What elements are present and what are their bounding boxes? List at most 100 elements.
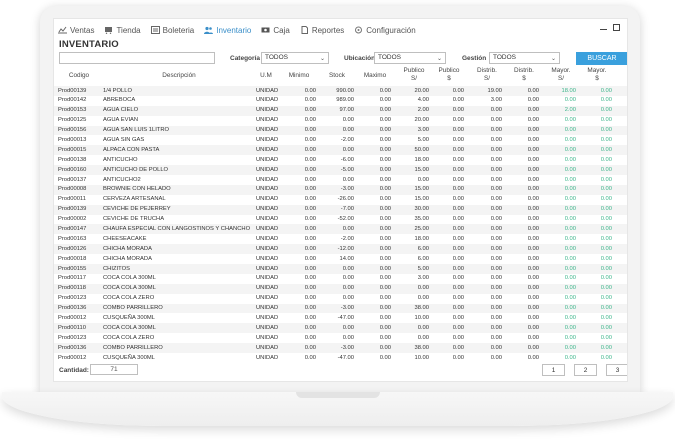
cell-descripcion: 1/4 POLLO — [103, 87, 133, 94]
cell-mayor-soles: 0.00 — [564, 146, 576, 153]
maximize-icon[interactable] — [613, 24, 620, 31]
table-row[interactable]: Prod00156 AGUA SAN LUIS 1LITRO UNIDAD 0.00 0… — [54, 125, 627, 136]
menu-ventas[interactable]: Ventas — [58, 26, 94, 35]
page-title: INVENTARIO — [59, 39, 119, 50]
cell-stock: -3.00 — [340, 305, 354, 312]
column-header-descripcion[interactable]: Descripción — [149, 72, 209, 80]
column-header-um[interactable]: U.M — [256, 72, 276, 80]
table-row[interactable]: Prod00123 COCA COLA ZERO UNIDAD 0.00 0.00 0.0… — [54, 333, 627, 343]
cell-minimo: 0.00 — [304, 255, 316, 262]
table-row[interactable]: Prod00138 ANTICUCHO UNIDAD 0.00 -6.00 0.00 18.… — [54, 155, 627, 165]
table-row[interactable]: Prod00136 COMBO PARRILLERO UNIDAD 0.00 -3.00… — [54, 343, 627, 354]
search-input[interactable] — [59, 52, 215, 64]
cell-publico-dolares: 0.00 — [452, 176, 464, 183]
menu-inventario[interactable]: Inventario — [204, 26, 251, 35]
table-row[interactable]: Prod00155 CHIZITOS UNIDAD 0.00 0.00 0.00 5.00 0… — [54, 264, 627, 274]
column-header-publico-dolares[interactable]: Publico $ — [434, 67, 464, 83]
table-row[interactable]: Prod00011 CERVEZA ARTESANAL UNIDAD 0.00 -26.… — [54, 195, 627, 205]
app-window: Ventas Tienda Boleteria Inventario Caja … — [53, 18, 628, 382]
page-button-2[interactable]: 2 — [574, 364, 597, 376]
categoria-select[interactable]: TODOS ⌄ — [261, 52, 329, 64]
table-row[interactable]: Prod00163 CHEESEACAKE UNIDAD 0.00 -2.00 0.00 1… — [54, 234, 627, 244]
column-header-distrib-dolares[interactable]: Distrib. $ — [509, 67, 539, 83]
table-row[interactable]: Prod00125 AGUA EVIAN UNIDAD 0.00 0.00 0.00 20.… — [54, 116, 627, 126]
cell-descripcion: CHIZITOS — [103, 265, 130, 272]
cell-maximo: 0.00 — [379, 107, 391, 114]
column-header-stock[interactable]: Stock — [322, 72, 352, 80]
cell-publico-soles: 10.00 — [414, 354, 429, 360]
table-row[interactable]: Prod00018 CHICHA MORADA UNIDAD 0.00 14.00 0.0… — [54, 254, 627, 264]
column-header-text: Codigo — [68, 72, 90, 79]
column-header-distrib-soles[interactable]: Distrib. S/ — [472, 67, 502, 83]
table-row[interactable]: Prod00142 ABREBOCA UNIDAD 0.00 989.00 0.00 4.0… — [54, 96, 627, 106]
table-row[interactable]: Prod00139 1/4 POLLO UNIDAD 0.00 990.00 0.00 20… — [54, 86, 627, 96]
column-header-mayor-dolares[interactable]: Mayor. $ — [582, 67, 612, 83]
cell-minimo: 0.00 — [304, 97, 316, 104]
cell-publico-soles: 3.00 — [417, 127, 429, 134]
cell-minimo: 0.00 — [304, 136, 316, 143]
cell-um: UNIDAD — [256, 235, 279, 242]
cell-codigo: Prod00137 — [58, 176, 87, 183]
gestion-select[interactable]: TODOS ⌄ — [489, 52, 560, 64]
column-header-publico-soles[interactable]: Publico S/ — [399, 67, 429, 83]
column-header-text: Descripción — [162, 72, 196, 79]
cell-distrib-dolares: 0.00 — [527, 314, 539, 321]
cell-descripcion: AGUA SAN LUIS 1LITRO — [103, 127, 170, 134]
menu-configuracion[interactable]: Configuración — [354, 26, 416, 35]
table-row[interactable]: Prod00147 CHAUFA ESPECIAL CON LANGOSTINOS… — [54, 224, 627, 235]
cell-distrib-soles: 0.00 — [490, 206, 502, 213]
menu-tienda[interactable]: Tienda — [104, 26, 141, 35]
ubicacion-select[interactable]: TODOS ⌄ — [374, 52, 446, 64]
categoria-label: Categoría — [230, 55, 260, 62]
cell-stock: 0.00 — [342, 285, 354, 292]
inventory-table[interactable]: Prod00139 1/4 POLLO UNIDAD 0.00 990.00 0.00 20… — [54, 86, 627, 360]
cell-distrib-dolares: 0.00 — [527, 344, 539, 351]
column-header-maximo[interactable]: Maximo — [359, 72, 391, 80]
cell-codigo: Prod00139 — [58, 87, 87, 94]
cell-publico-soles: 10.00 — [414, 314, 429, 321]
cell-minimo: 0.00 — [304, 344, 316, 351]
table-row[interactable]: Prod00160 ANTICUCHO DE POLLO UNIDAD 0.00 -5.… — [54, 165, 627, 176]
table-row[interactable]: Prod00012 CUSQUEÑA 300ML UNIDAD 0.00 -47.00 0… — [54, 313, 627, 323]
cell-codigo: Prod00002 — [58, 216, 87, 223]
column-header-mayor-soles[interactable]: Mayor. S/ — [546, 67, 576, 83]
table-row[interactable]: Prod00008 BROWNIE CON HELADO UNIDAD 0.00 -3.… — [54, 184, 627, 195]
minimize-icon[interactable] — [600, 29, 607, 30]
cell-mayor-soles: 0.00 — [564, 285, 576, 292]
cell-descripcion: CHICHA MORADA — [103, 245, 152, 252]
cell-publico-soles: 30.00 — [414, 206, 429, 213]
menu-caja[interactable]: Caja — [261, 26, 290, 35]
cell-mayor-soles: 0.00 — [564, 255, 576, 262]
cell-um: UNIDAD — [256, 156, 279, 163]
table-row[interactable]: Prod00118 COCA COLA 300ML UNIDAD 0.00 0.00 0.… — [54, 283, 627, 294]
cell-publico-dolares: 0.00 — [452, 127, 464, 134]
table-row[interactable]: Prod00123 COCA COLA ZERO UNIDAD 0.00 0.00 0.0… — [54, 294, 627, 304]
cell-publico-soles: 5.00 — [417, 265, 429, 272]
menu-label: Inventario — [216, 25, 252, 35]
table-row[interactable]: Prod00002 CEVICHE DE TRUCHA UNIDAD 0.00 -52.… — [54, 215, 627, 225]
cell-maximo: 0.00 — [379, 87, 391, 94]
cell-distrib-soles: 0.00 — [490, 255, 502, 262]
column-header-minimo[interactable]: Minimo — [284, 72, 314, 80]
table-row[interactable]: Prod00137 ANTICUCHO2 UNIDAD 0.00 0.00 0.00 0.0… — [54, 175, 627, 185]
cell-distrib-dolares: 0.00 — [527, 166, 539, 173]
cell-descripcion: CERVEZA ARTESANAL — [103, 196, 166, 203]
table-row[interactable]: Prod00117 COCA COLA 300ML UNIDAD 0.00 0.00 0.… — [54, 274, 627, 284]
cell-codigo: Prod00012 — [58, 354, 87, 360]
page-button-3[interactable]: 3 — [606, 364, 627, 376]
table-row[interactable]: Prod00126 CHICHA MORADA UNIDAD 0.00 -12.00 0.… — [54, 244, 627, 255]
table-row[interactable]: Prod00012 CUSQUEÑA 300ML UNIDAD 0.00 -47.00 0… — [54, 353, 627, 360]
table-row[interactable]: Prod00110 COCA COLA 300ML UNIDAD 0.00 0.00 0.… — [54, 323, 627, 334]
table-row[interactable]: Prod00015 ALPACA CON PASTA UNIDAD 0.00 0.00 0… — [54, 145, 627, 156]
cell-distrib-dolares: 0.00 — [527, 87, 539, 94]
column-header-codigo[interactable]: Codigo — [59, 72, 99, 80]
page-button-1[interactable]: 1 — [542, 364, 565, 376]
table-row[interactable]: Prod00153 AGUA CIELO UNIDAD 0.00 97.00 0.00 2.… — [54, 105, 627, 116]
buscar-button[interactable]: BUSCAR — [576, 52, 627, 65]
menu-reportes[interactable]: Reportes — [300, 26, 344, 35]
cell-stock: -6.00 — [340, 156, 354, 163]
menu-boleteria[interactable]: Boleteria — [150, 26, 194, 35]
table-row[interactable]: Prod00136 COMBO PARRILLERO UNIDAD 0.00 -3.00… — [54, 303, 627, 314]
table-row[interactable]: Prod00013 AGUA SIN GAS UNIDAD 0.00 -2.00 0.00… — [54, 135, 627, 145]
table-row[interactable]: Prod00139 CEVICHE DE PEJERREY UNIDAD 0.00 -7… — [54, 204, 627, 215]
